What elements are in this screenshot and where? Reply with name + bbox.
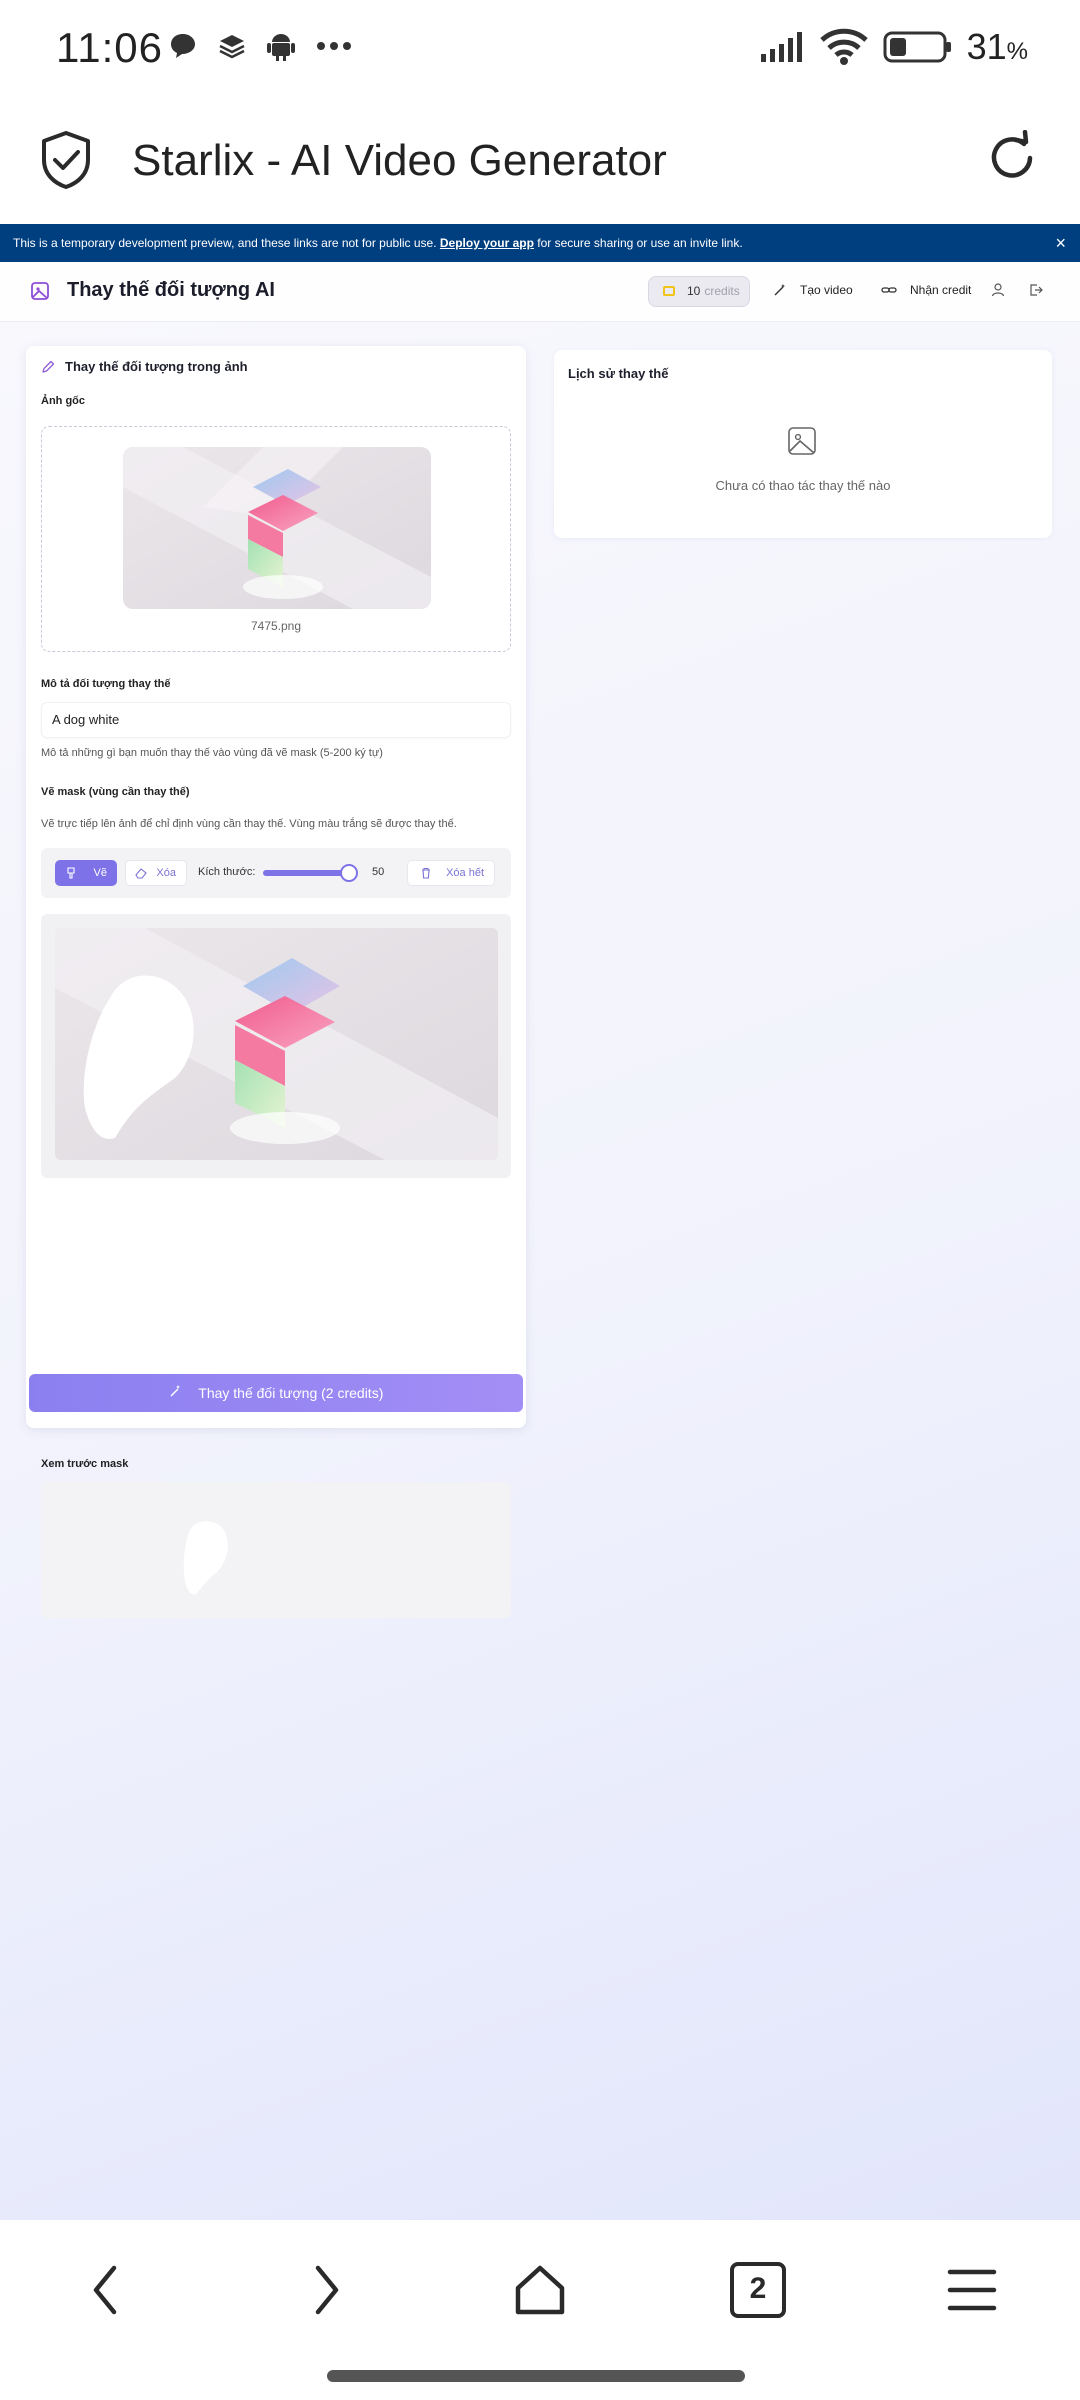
shield-check-icon[interactable] [40,130,92,190]
reload-icon[interactable] [984,130,1040,186]
layers-icon [219,35,245,59]
battery-percent: 31% [966,26,1028,67]
app-header: Thay thế đối tượng AI 10 credits Tạo vide… [0,262,1080,322]
battery-icon [883,31,951,63]
mask-preview-label: Xem trước mask [41,1458,129,1470]
home-icon[interactable] [512,2262,568,2318]
wifi-icon [819,28,868,65]
menu-icon[interactable] [944,2262,1000,2318]
slider-fill [263,870,349,876]
credits-value: 10 [687,284,701,298]
chat-bubble-icon [171,34,195,58]
mask-drawing-canvas[interactable] [55,928,498,1160]
nav-create-video[interactable]: Tạo video [800,283,853,297]
back-icon[interactable] [80,2262,136,2318]
deploy-app-link[interactable]: Deploy your app [440,236,534,250]
user-icon[interactable] [990,282,1006,298]
erase-tool-label: Xóa [156,867,176,879]
brush-size-label: Kích thước: [198,866,256,878]
nav-get-credit[interactable]: Nhận credit [910,283,971,297]
banner-text-end: for secure sharing or use an invite link… [533,236,743,250]
mask-toolbar: Vẽ Xóa Kích thước: 50 Xóa hết [41,848,511,898]
dev-preview-banner: This is a temporary development preview,… [0,224,1080,262]
brush-size-value: 50 [372,866,385,878]
image-placeholder-icon [788,427,816,455]
draw-tool-button[interactable]: Vẽ [55,860,117,886]
banner-close-icon[interactable]: × [1055,224,1066,262]
coin-icon [663,286,675,296]
mask-preview-shape [183,1521,228,1595]
brush-size-slider[interactable] [263,864,358,882]
brush-icon [67,867,75,879]
mask-help: Vẽ trực tiếp lên ảnh để chỉ định vùng cầ… [41,818,457,830]
app-title: Thay thế đối tượng AI [67,279,275,301]
credits-badge[interactable]: 10 credits [648,276,750,307]
pencil-icon [42,360,55,373]
image-upload-dropzone[interactable]: 7475.png [41,426,511,652]
home-indicator [327,2370,745,2382]
browser-page-title[interactable]: Starlix - AI Video Generator [132,136,667,186]
clear-all-button[interactable]: Xóa hết [407,860,495,886]
slider-thumb[interactable] [340,864,358,882]
trash-icon [422,867,430,879]
description-label: Mô tả đối tượng thay thế [41,678,171,690]
eraser-icon [135,868,147,879]
magic-wand-icon [774,284,785,296]
image-icon [31,282,49,300]
logout-icon[interactable] [1028,282,1044,298]
forward-icon[interactable] [296,2262,352,2318]
signal-icon [760,32,802,62]
browser-bottom-nav: 2 [0,2220,1080,2400]
description-input[interactable]: A dog white [41,702,511,738]
erase-tool-button[interactable]: Xóa [125,860,187,886]
status-icons-right: 31% [759,26,1028,68]
history-title: Lịch sử thay thế [568,366,669,381]
more-dots-icon [317,42,351,50]
sparkle-wand-icon [169,1375,183,1413]
description-help: Mô tả những gì bạn muốn thay thế vào vùn… [41,747,383,759]
original-image-label: Ảnh gốc [41,395,85,407]
status-bar: 11:06 31% [0,0,1080,100]
mask-label: Vẽ mask (vùng cần thay thế) [41,786,190,798]
banner-text: This is a temporary development preview,… [13,236,440,250]
browser-bar: Starlix - AI Video Generator [0,100,1080,224]
status-icons-left [168,30,352,62]
mask-canvas-container [41,914,511,1178]
original-image-thumbnail [123,447,431,609]
editor-heading: Thay thế đối tượng trong ảnh [65,359,248,374]
android-icon [267,34,295,61]
uploaded-filename: 7475.png [250,619,302,633]
draw-tool-label: Vẽ [93,867,107,879]
submit-label: Thay thế đối tượng (2 credits) [198,1385,384,1401]
clear-all-label: Xóa hết [446,867,484,879]
tabs-count-button[interactable]: 2 [730,2262,786,2318]
link-icon [881,287,897,293]
history-card: Lịch sử thay thế Chưa có thao tác thay t… [554,350,1052,538]
mask-preview [41,1482,511,1618]
status-time: 11:06 [56,24,163,71]
credits-label: credits [704,284,740,298]
history-empty-message: Chưa có thao tác thay thế nào [715,478,891,493]
replace-object-submit-button[interactable]: Thay thế đối tượng (2 credits) [29,1374,523,1412]
app-main: Thay thế đối tượng AI 10 credits Tạo vide… [0,262,1080,2220]
